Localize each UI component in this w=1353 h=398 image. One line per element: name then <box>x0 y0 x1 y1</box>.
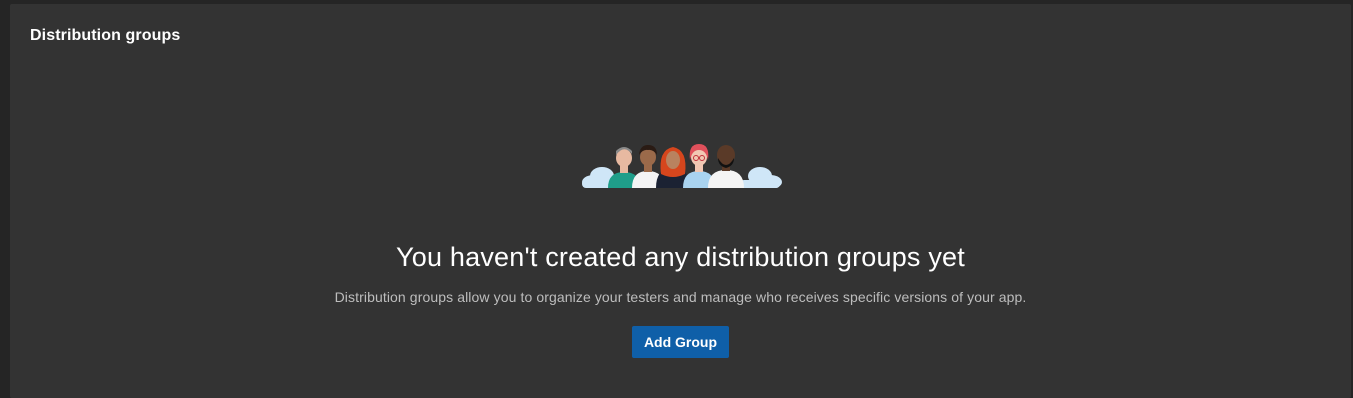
cloud-right <box>740 167 782 188</box>
people-group-illustration <box>582 144 782 188</box>
distribution-groups-panel: Distribution groups You haven't created … <box>10 4 1351 398</box>
empty-state: You haven't created any distribution gro… <box>10 4 1351 398</box>
empty-state-headline: You haven't created any distribution gro… <box>396 242 965 272</box>
empty-state-description: Distribution groups allow you to organiz… <box>334 289 1027 305</box>
person-5 <box>708 145 744 188</box>
add-group-button[interactable]: Add Group <box>632 326 729 358</box>
